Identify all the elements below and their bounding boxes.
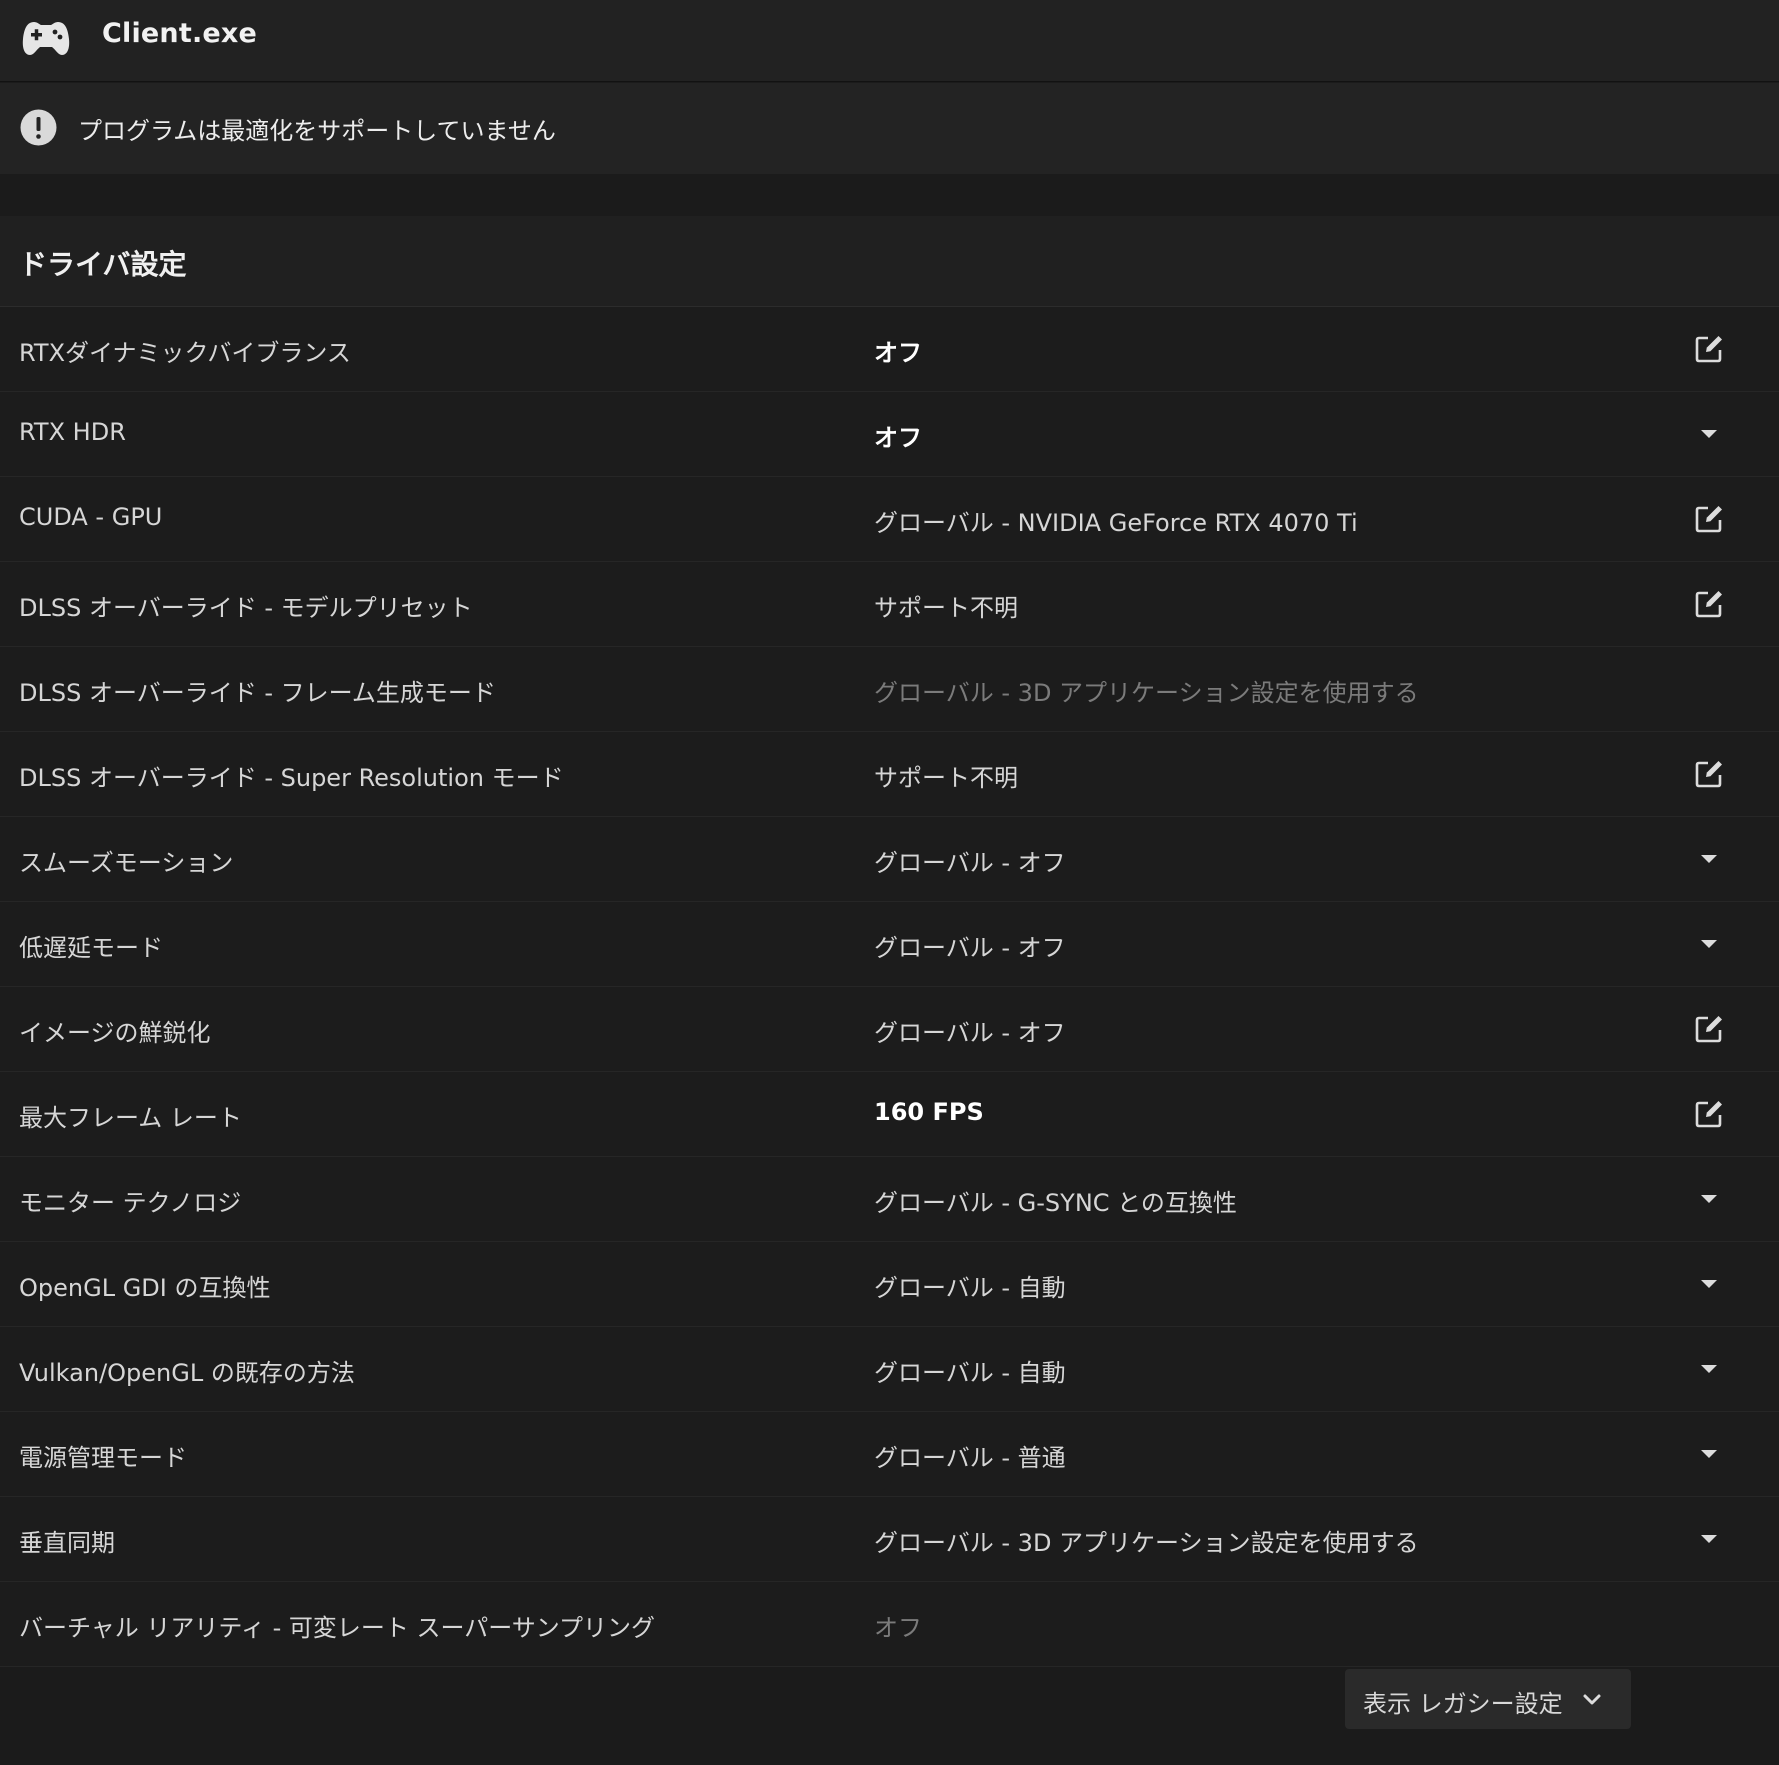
setting-value: 160 FPS — [874, 1098, 984, 1126]
setting-value: グローバル - 3D アプリケーション設定を使用する — [874, 679, 1419, 707]
setting-row[interactable]: イメージの鮮鋭化 グローバル - オフ — [0, 987, 1779, 1072]
setting-row[interactable]: モニター テクノロジ グローバル - G-SYNC との互換性 — [0, 1157, 1779, 1242]
setting-value: オフ — [874, 424, 922, 452]
setting-row[interactable]: DLSS オーバーライド - Super Resolution モード サポート… — [0, 732, 1779, 817]
setting-value: グローバル - NVIDIA GeForce RTX 4070 Ti — [874, 509, 1358, 537]
setting-row[interactable]: Vulkan/OpenGL の既存の方法 グローバル - 自動 — [0, 1327, 1779, 1412]
dropdown-arrow-icon[interactable] — [1692, 417, 1726, 451]
dropdown-arrow-icon[interactable] — [1692, 1437, 1726, 1471]
show-legacy-settings-button[interactable]: 表示 レガシー設定 — [1345, 1669, 1631, 1729]
setting-label: OpenGL GDI の互換性 — [19, 1274, 271, 1302]
setting-row[interactable]: CUDA - GPU グローバル - NVIDIA GeForce RTX 40… — [0, 477, 1779, 562]
setting-value: グローバル - オフ — [874, 849, 1066, 877]
setting-label: イメージの鮮鋭化 — [19, 1019, 211, 1047]
setting-row[interactable]: 電源管理モード グローバル - 普通 — [0, 1412, 1779, 1497]
setting-value: グローバル - 3D アプリケーション設定を使用する — [874, 1529, 1419, 1557]
dropdown-arrow-icon[interactable] — [1692, 1522, 1726, 1556]
setting-row[interactable]: 低遅延モード グローバル - オフ — [0, 902, 1779, 987]
setting-row[interactable]: 垂直同期 グローバル - 3D アプリケーション設定を使用する — [0, 1497, 1779, 1582]
edit-icon[interactable] — [1692, 1097, 1726, 1131]
setting-value: グローバル - 普通 — [874, 1444, 1066, 1472]
setting-value: グローバル - G-SYNC との互換性 — [874, 1189, 1237, 1217]
legacy-settings-label: 表示 レガシー設定 — [1363, 1690, 1563, 1718]
setting-row[interactable]: スムーズモーション グローバル - オフ — [0, 817, 1779, 902]
setting-value: オフ — [874, 1614, 922, 1642]
section-spacer — [0, 174, 1779, 216]
exclamation-circle-icon — [20, 109, 57, 146]
dropdown-arrow-icon[interactable] — [1692, 1352, 1726, 1386]
setting-label: 低遅延モード — [19, 934, 163, 962]
chevron-down-icon — [1583, 1694, 1601, 1705]
edit-icon[interactable] — [1692, 757, 1726, 791]
dropdown-arrow-icon[interactable] — [1692, 927, 1726, 961]
edit-icon[interactable] — [1692, 1012, 1726, 1046]
edit-icon[interactable] — [1692, 332, 1726, 366]
app-title: Client.exe — [102, 18, 258, 49]
setting-row: バーチャル リアリティ - 可変レート スーパーサンプリング オフ — [0, 1582, 1779, 1667]
setting-value: グローバル - オフ — [874, 934, 1066, 962]
setting-row[interactable]: RTX HDR オフ — [0, 392, 1779, 477]
setting-label: 垂直同期 — [19, 1529, 115, 1557]
setting-label: 電源管理モード — [19, 1444, 187, 1472]
setting-value: グローバル - 自動 — [874, 1274, 1066, 1302]
optimization-notice: プログラムは最適化をサポートしていません — [0, 83, 1779, 174]
setting-label: バーチャル リアリティ - 可変レート スーパーサンプリング — [19, 1614, 656, 1642]
dropdown-arrow-icon[interactable] — [1692, 1182, 1726, 1216]
setting-label: RTX HDR — [19, 418, 126, 446]
setting-value: サポート不明 — [874, 594, 1018, 622]
setting-label: モニター テクノロジ — [19, 1189, 242, 1217]
setting-row[interactable]: DLSS オーバーライド - モデルプリセット サポート不明 — [0, 562, 1779, 647]
dropdown-arrow-icon[interactable] — [1692, 1267, 1726, 1301]
section-title: ドライバ設定 — [19, 248, 187, 281]
setting-value: サポート不明 — [874, 764, 1018, 792]
setting-label: スムーズモーション — [19, 849, 234, 877]
setting-label: RTXダイナミックバイブランス — [19, 339, 351, 367]
setting-row[interactable]: OpenGL GDI の互換性 グローバル - 自動 — [0, 1242, 1779, 1327]
setting-value: オフ — [874, 339, 922, 367]
section-header: ドライバ設定 — [0, 216, 1779, 307]
setting-value: グローバル - オフ — [874, 1019, 1066, 1047]
setting-row[interactable]: 最大フレーム レート 160 FPS — [0, 1072, 1779, 1157]
setting-label: 最大フレーム レート — [19, 1104, 242, 1132]
setting-label: DLSS オーバーライド - Super Resolution モード — [19, 764, 564, 792]
dropdown-arrow-icon[interactable] — [1692, 842, 1726, 876]
app-header: Client.exe — [0, 0, 1779, 82]
setting-row: DLSS オーバーライド - フレーム生成モード グローバル - 3D アプリケ… — [0, 647, 1779, 732]
setting-row[interactable]: RTXダイナミックバイブランス オフ — [0, 307, 1779, 392]
gamepad-icon — [22, 22, 70, 55]
setting-label: CUDA - GPU — [19, 503, 163, 531]
driver-settings-list: RTXダイナミックバイブランス オフ RTX HDR オフ CUDA - GPU… — [0, 307, 1779, 1667]
edit-icon[interactable] — [1692, 502, 1726, 536]
setting-label: DLSS オーバーライド - モデルプリセット — [19, 594, 473, 622]
notice-text: プログラムは最適化をサポートしていません — [78, 117, 556, 145]
setting-value: グローバル - 自動 — [874, 1359, 1066, 1387]
edit-icon[interactable] — [1692, 587, 1726, 621]
setting-label: DLSS オーバーライド - フレーム生成モード — [19, 679, 496, 707]
setting-label: Vulkan/OpenGL の既存の方法 — [19, 1359, 355, 1387]
